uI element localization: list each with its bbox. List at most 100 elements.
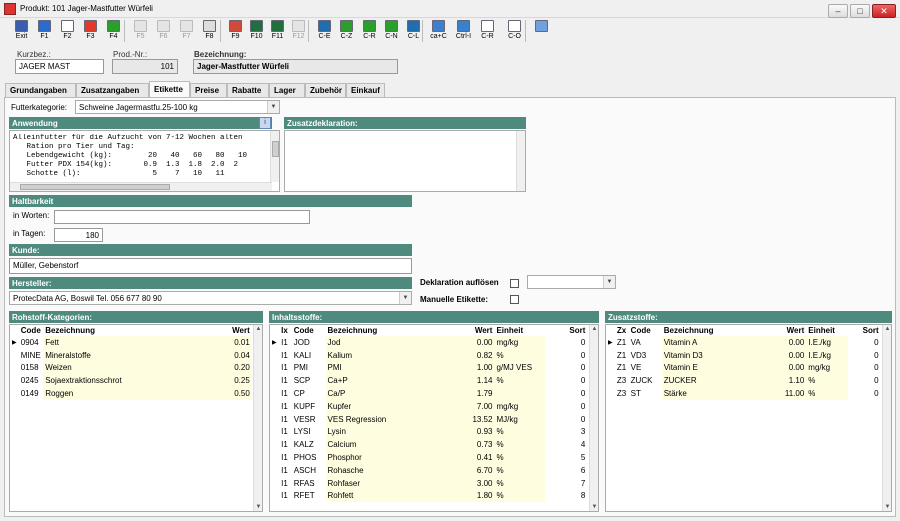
table-cell[interactable]: %	[806, 387, 848, 400]
table-cell[interactable]: mg/kg	[494, 336, 546, 349]
tab-lager[interactable]: Lager	[269, 83, 305, 97]
maximize-button[interactable]: □	[850, 4, 870, 18]
table-cell[interactable]: MJ/kg	[494, 412, 546, 426]
f5-toolbar-button[interactable]: F5	[130, 19, 151, 43]
table-cell[interactable]: 0245	[19, 374, 43, 387]
table-cell[interactable]: 7.00	[462, 399, 495, 413]
table-row[interactable]: I1 CP Ca/P 1.79 0	[270, 387, 598, 400]
table-cell[interactable]: I1	[279, 438, 292, 451]
table-cell[interactable]	[494, 387, 546, 400]
table-cell[interactable]: I.E./kg	[806, 336, 848, 349]
table-cell[interactable]: I.E./kg	[806, 348, 848, 362]
table-cell[interactable]: Stärke	[661, 387, 776, 400]
in-tagen-field[interactable]: 180	[54, 228, 103, 242]
table-row[interactable]: I1 RFET Rohfett 1.80% 8	[270, 489, 598, 503]
table-cell[interactable]: Weizen	[43, 361, 206, 375]
inhaltsstoffe-vscrollbar[interactable]: ▲ ▼	[589, 325, 598, 511]
c-z-toolbar-button[interactable]: C-Z	[336, 19, 357, 43]
table-cell[interactable]: ZUCKER	[661, 374, 776, 388]
table-cell[interactable]: Vitamin E	[661, 361, 776, 375]
table-cell[interactable]: 0149	[19, 387, 43, 400]
table-row[interactable]: I1 SCP Ca+P 1.14% 0	[270, 374, 598, 388]
table-cell[interactable]: 6	[545, 464, 587, 477]
table-row[interactable]: I1 RFAS Rohfaser 3.00% 7	[270, 476, 598, 490]
tab-einkauf[interactable]: Einkauf	[346, 83, 385, 97]
kunde-field[interactable]: Müller, Gebenstorf	[9, 258, 412, 274]
table-row[interactable]: Z3 ST Stärke 11.00% 0	[606, 387, 891, 400]
table-cell[interactable]: 0	[545, 413, 587, 426]
column-header[interactable]: Ix	[279, 325, 292, 336]
table-cell[interactable]: MINE	[19, 349, 43, 362]
table-row[interactable]: Z1 VE Vitamin E 0.00 mg/kg 0	[606, 361, 891, 375]
table-cell[interactable]: 0.50	[206, 387, 252, 400]
table-cell[interactable]: g/MJ VES	[494, 361, 546, 375]
table-cell[interactable]: 0	[848, 387, 881, 400]
table-row[interactable]: I1 KALZ Calcium 0.73% 4	[270, 438, 598, 452]
table-cell[interactable]: I1	[279, 477, 292, 490]
c-o-toolbar-button[interactable]: C-O	[504, 19, 525, 43]
chevron-down-icon[interactable]: ▼	[603, 276, 615, 288]
table-cell[interactable]: Z1	[615, 336, 629, 349]
close-button[interactable]: ✕	[872, 4, 896, 18]
chevron-down-icon[interactable]: ▼	[267, 101, 279, 113]
table-cell[interactable]: Z3	[615, 374, 629, 387]
table-cell[interactable]: 0	[545, 362, 587, 375]
table-cell[interactable]: 0	[545, 349, 587, 362]
deklaration-select[interactable]: ▼	[527, 275, 616, 289]
table-cell[interactable]: 0.01	[206, 336, 252, 349]
f4-toolbar-button[interactable]: F4	[103, 19, 124, 43]
ca-c-toolbar-button[interactable]: ca+C	[428, 19, 449, 43]
table-cell[interactable]: 0.93	[462, 425, 495, 439]
manuelle-checkbox[interactable]	[510, 295, 519, 304]
table-cell[interactable]: I1	[279, 426, 292, 439]
tab-rabatte[interactable]: Rabatte	[227, 83, 269, 97]
table-cell[interactable]: %	[494, 425, 546, 439]
table-cell[interactable]: Rohfett	[325, 489, 463, 503]
table-cell[interactable]: Phosphor	[325, 451, 463, 464]
table-cell[interactable]: %	[494, 348, 546, 362]
tab-zusatzangaben[interactable]: Zusatzangaben	[76, 83, 149, 97]
table-row[interactable]: I1 KUPF Kupfer 7.00 mg/kg 0	[270, 399, 598, 413]
column-header[interactable]: Einheit	[806, 325, 848, 336]
hersteller-select[interactable]: ProtecData AG, Boswil Tel. 056 677 80 90…	[9, 291, 412, 305]
table-cell[interactable]: %	[494, 438, 546, 452]
table-cell[interactable]: 0904	[19, 336, 43, 349]
table-cell[interactable]: 1.10	[775, 374, 807, 388]
table-cell[interactable]: 1.00	[462, 361, 495, 375]
table-row[interactable]: I1 PHOS Phosphor 0.41% 5	[270, 451, 598, 464]
f9-toolbar-button[interactable]: F9	[225, 19, 246, 43]
c-n-toolbar-button[interactable]: C-N	[381, 19, 402, 43]
tab-grundangaben[interactable]: Grundangaben	[5, 83, 76, 97]
table-cell[interactable]: 4	[545, 438, 587, 451]
column-header[interactable]: Bezeichnung	[661, 325, 776, 336]
table-cell[interactable]: Kupfer	[325, 399, 463, 413]
table-cell[interactable]: 0	[848, 374, 881, 387]
table-cell[interactable]: VESR	[292, 413, 326, 426]
table-cell[interactable]: 0	[545, 374, 587, 387]
table-cell[interactable]: Ca+P	[325, 374, 463, 388]
table-cell[interactable]: Sojaextraktionsschrot	[43, 374, 206, 388]
table-row[interactable]: Z3 ZUCK ZUCKER 1.10% 0	[606, 374, 891, 388]
in-worten-field[interactable]	[54, 210, 310, 224]
table-cell[interactable]: 5	[545, 451, 587, 464]
column-header[interactable]: Bezeichnung	[325, 325, 463, 336]
anwendung-hscrollbar[interactable]	[10, 182, 272, 191]
table-cell[interactable]: Jod	[325, 336, 463, 349]
table-cell[interactable]: LYSI	[292, 426, 326, 439]
table-cell[interactable]: 0.82	[462, 348, 495, 362]
table-cell[interactable]: Z1	[615, 362, 629, 375]
table-cell[interactable]: Rohfaser	[325, 476, 463, 490]
zusatzdeklaration-vscrollbar[interactable]	[516, 131, 525, 191]
table-cell[interactable]: RFET	[292, 490, 326, 503]
table-cell[interactable]: Fett	[43, 336, 206, 349]
f11-toolbar-button[interactable]: F11	[267, 19, 288, 43]
table-cell[interactable]: 0.04	[206, 348, 252, 362]
table-cell[interactable]: 0.00	[775, 361, 807, 375]
futterkategorie-select[interactable]: Schweine Jagermastfu.25-100 kg ▼	[75, 100, 280, 114]
column-header[interactable]: Code	[291, 325, 326, 336]
table-cell[interactable]: Calcium	[325, 438, 463, 452]
f6-toolbar-button[interactable]: F6	[153, 19, 174, 43]
table-cell[interactable]: SCP	[292, 374, 326, 387]
table-row[interactable]: ▶ I1 JOD Jod 0.00 mg/kg 0	[270, 336, 598, 349]
f2-toolbar-button[interactable]: F2	[57, 19, 78, 43]
